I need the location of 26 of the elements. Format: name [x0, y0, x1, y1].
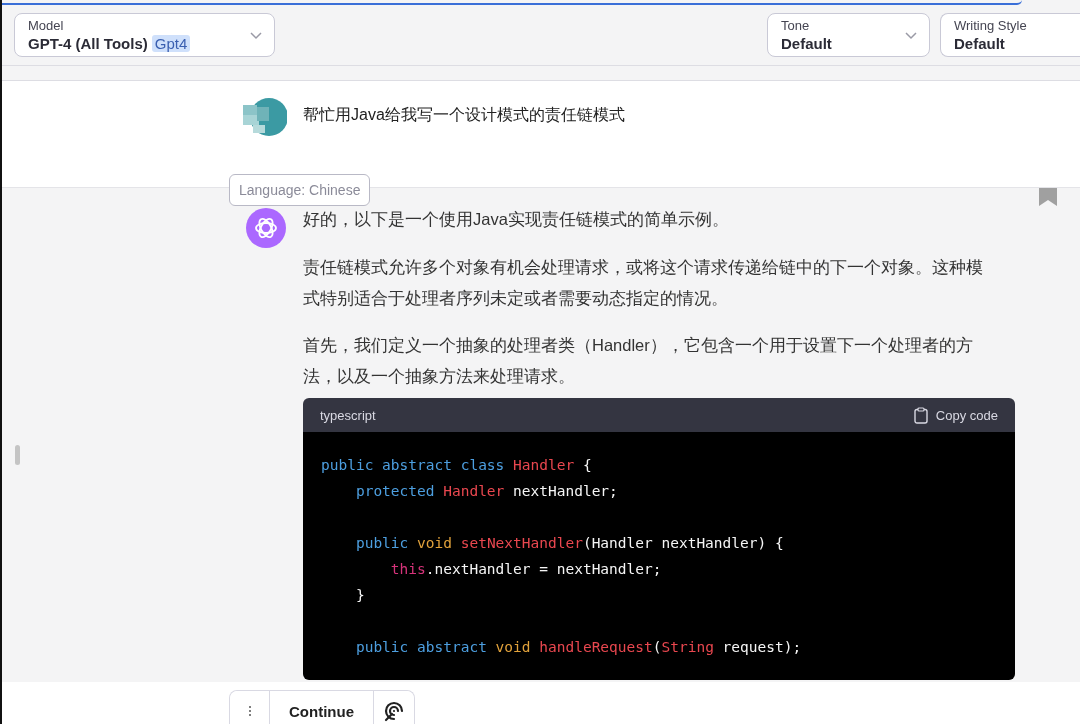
code-line: protected Handler nextHandler; — [354, 482, 619, 501]
dropdown-select[interactable]: Writing Style Default — [940, 13, 1080, 57]
user-avatar — [243, 97, 287, 137]
dropdown-select[interactable]: Tone Default — [767, 13, 930, 57]
language-tooltip: Language: Chinese — [229, 174, 371, 206]
more-icon — [247, 705, 252, 717]
copy-code-button[interactable]: Copy code — [913, 406, 998, 424]
code-line: public abstract class Handler { — [321, 456, 593, 475]
bookmark-icon[interactable] — [1038, 188, 1058, 207]
code-line: } — [354, 586, 366, 605]
spiral-icon — [383, 700, 405, 722]
code-line: public void setNextHandler(Handler nextHandler) { — [354, 534, 785, 553]
code-line: public abstract void handleRequest(String request); — [354, 638, 803, 657]
assistant-avatar — [246, 208, 286, 248]
dropdown-select[interactable]: Model GPT-4 (All Tools) Gpt4 — [14, 13, 275, 57]
more-button[interactable] — [230, 691, 270, 724]
scroll-handle[interactable] — [15, 445, 20, 465]
message-paragraph: 好的，以下是一个使用Java实现责任链模式的简单示例。 — [303, 209, 730, 230]
clipboard-icon — [913, 406, 928, 424]
chevron-down-icon — [905, 32, 917, 40]
message-paragraph: 责任链模式允许多个对象有机会处理请求，或将这个请求传递给链中的下一个对象。这种模式特别适合于处理者序列未定或者需要动态指定的情况。 — [303, 257, 984, 309]
chevron-down-icon — [250, 32, 262, 40]
language-label: typescript — [320, 407, 376, 423]
user-message: 帮忙用Java给我写一个设计模式的责任链模式 — [303, 105, 625, 125]
code-line: this.nextHandler = nextHandler; — [389, 560, 663, 579]
message-paragraph: 首先，我们定义一个抽象的处理者类（Handler），它包含一个用于设置下一个处理者的方法，以及一个抽象方法来处理请求。 — [303, 335, 974, 387]
